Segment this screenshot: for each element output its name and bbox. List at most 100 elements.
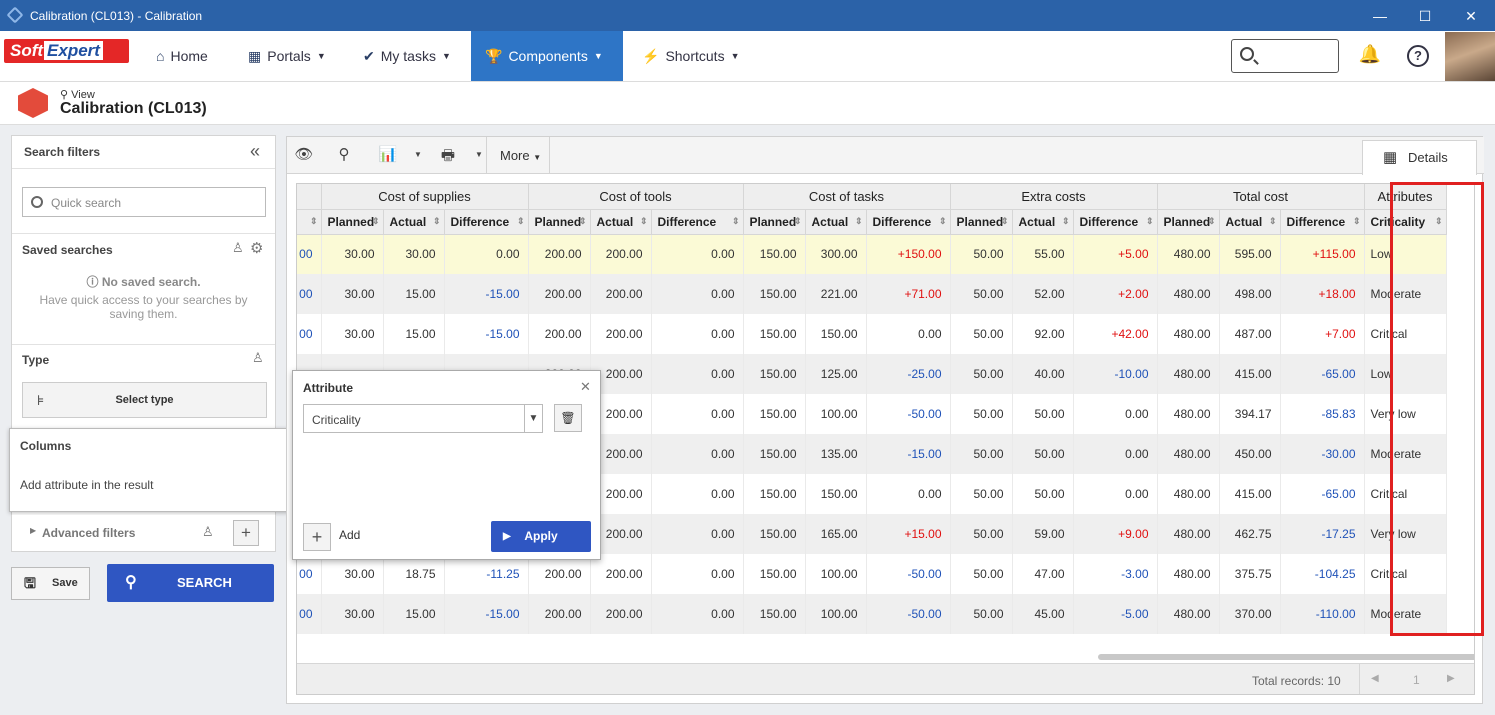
column-header[interactable]: Planned bbox=[1157, 209, 1220, 235]
prev-page-icon[interactable]: ◀ bbox=[1371, 673, 1379, 684]
nav-components[interactable]: 🏆 Components ▼ bbox=[471, 31, 623, 81]
group-header-supplies: Cost of supplies bbox=[321, 184, 529, 210]
close-window-button[interactable]: ✕ bbox=[1456, 5, 1486, 27]
delete-attribute-button[interactable]: 🗑 bbox=[554, 404, 582, 432]
column-header[interactable]: Difference bbox=[866, 209, 951, 235]
print-icon[interactable]: 🖶 bbox=[437, 145, 459, 165]
apply-label: Apply bbox=[524, 529, 558, 543]
table-cell: 480.00 bbox=[1157, 594, 1220, 634]
horizontal-scrollbar[interactable] bbox=[1098, 654, 1474, 660]
add-attribute-button[interactable]: + bbox=[303, 523, 331, 551]
table-cell: 300.00 bbox=[805, 234, 867, 274]
column-header[interactable]: Planned bbox=[528, 209, 591, 235]
apply-button[interactable]: ▶ Apply bbox=[491, 521, 591, 552]
column-header[interactable]: Difference bbox=[444, 209, 529, 235]
advanced-filters-section[interactable]: ▶ Advanced filters ♙ + bbox=[11, 515, 276, 552]
next-page-icon[interactable]: ▶ bbox=[1447, 673, 1455, 684]
table-cell: -50.00 bbox=[866, 594, 951, 634]
global-search-input[interactable] bbox=[1231, 39, 1339, 73]
clear-icon[interactable]: ♙ bbox=[232, 240, 244, 256]
column-header[interactable]: Planned bbox=[321, 209, 384, 235]
save-search-button[interactable]: 🖫 Save bbox=[11, 567, 90, 600]
clear-type-icon[interactable]: ♙ bbox=[252, 350, 264, 366]
table-cell: 47.00 bbox=[1012, 554, 1074, 594]
column-header[interactable]: Actual bbox=[590, 209, 652, 235]
minimize-button[interactable]: — bbox=[1365, 5, 1395, 27]
group-header-tasks: Cost of tasks bbox=[743, 184, 951, 210]
close-icon[interactable]: ✕ bbox=[580, 379, 591, 395]
select-type-button[interactable]: ⊧ Select type bbox=[22, 382, 267, 418]
table-cell: -17.25 bbox=[1280, 514, 1365, 554]
table-cell: 0.00 bbox=[444, 234, 529, 274]
search-button[interactable]: ⚲ SEARCH bbox=[107, 564, 274, 602]
column-header[interactable]: Actual bbox=[1219, 209, 1281, 235]
table-cell: 15.00 bbox=[383, 274, 445, 314]
plus-icon: + bbox=[311, 527, 323, 547]
table-cell: 59.00 bbox=[1012, 514, 1074, 554]
column-header[interactable]: Planned bbox=[950, 209, 1013, 235]
attribute-select[interactable]: Criticality ▼ bbox=[303, 404, 543, 433]
more-menu[interactable]: More ▼ bbox=[500, 148, 541, 163]
type-label: Type bbox=[22, 353, 50, 367]
nav-home[interactable]: ⌂ Home bbox=[142, 31, 222, 81]
table-cell: 150.00 bbox=[743, 314, 806, 354]
bell-icon[interactable]: 🔔 bbox=[1358, 44, 1382, 68]
gear-icon[interactable]: ⚙ bbox=[250, 239, 263, 257]
table-cell: 100.00 bbox=[805, 594, 867, 634]
column-header[interactable]: Difference bbox=[1073, 209, 1158, 235]
user-avatar[interactable] bbox=[1445, 32, 1495, 81]
chevron-down-icon[interactable]: ▼ bbox=[407, 150, 429, 170]
table-cell: 30.00 bbox=[321, 594, 384, 634]
collapse-icon[interactable]: « bbox=[250, 141, 260, 162]
table-cell: 50.00 bbox=[950, 514, 1013, 554]
table-row[interactable]: 00 30.00 15.00 -15.00 200.00 200.00 0.00 150.00… bbox=[297, 274, 1447, 314]
table-cell: 50.00 bbox=[950, 234, 1013, 274]
column-header[interactable]: Actual bbox=[383, 209, 445, 235]
table-row[interactable]: 00 30.00 15.00 -15.00 200.00 200.00 0.00 150.00… bbox=[297, 594, 1447, 634]
table-cell: 50.00 bbox=[950, 434, 1013, 474]
view-icon[interactable]: 👁 bbox=[293, 145, 315, 165]
add-filter-button[interactable]: + bbox=[233, 520, 259, 546]
help-icon[interactable]: ? bbox=[1407, 45, 1429, 67]
softexpert-logo[interactable]: Soft Expert bbox=[4, 39, 129, 63]
columns-title: Columns bbox=[20, 439, 72, 453]
nav-portals[interactable]: ▦ Portals ▼ bbox=[234, 31, 340, 81]
divider bbox=[1359, 664, 1360, 694]
table-cell: 415.00 bbox=[1219, 474, 1281, 514]
table-cell: 150.00 bbox=[743, 234, 806, 274]
chevron-down-icon: ▼ bbox=[730, 51, 740, 61]
column-header[interactable]: Planned bbox=[743, 209, 806, 235]
tab-details[interactable]: ▦ Details bbox=[1362, 140, 1477, 175]
floppy-icon: 🖫 bbox=[24, 575, 36, 591]
column-header[interactable]: e bbox=[297, 209, 322, 235]
table-cell: 18.75 bbox=[383, 554, 445, 594]
table-cell: -85.83 bbox=[1280, 394, 1365, 434]
column-header[interactable]: Actual bbox=[805, 209, 867, 235]
table-cell: -50.00 bbox=[866, 554, 951, 594]
table-cell: 415.00 bbox=[1219, 354, 1281, 394]
column-header[interactable]: Actual bbox=[1012, 209, 1074, 235]
table-cell: -15.00 bbox=[444, 314, 529, 354]
table-cell: 150.00 bbox=[743, 434, 806, 474]
table-row[interactable]: 00 30.00 30.00 0.00 200.00 200.00 0.00 150.00 30… bbox=[297, 234, 1447, 274]
quick-search-input[interactable]: Quick search bbox=[22, 187, 266, 217]
table-cell: 200.00 bbox=[528, 274, 591, 314]
table-cell: 0.00 bbox=[1073, 434, 1158, 474]
maximize-button[interactable]: ☐ bbox=[1410, 5, 1440, 27]
table-row[interactable]: 00 30.00 15.00 -15.00 200.00 200.00 0.00 150.00… bbox=[297, 314, 1447, 354]
table-cell: 50.00 bbox=[950, 474, 1013, 514]
column-header[interactable]: Difference bbox=[651, 209, 744, 235]
table-cell: 50.00 bbox=[1012, 434, 1074, 474]
table-icon: ▦ bbox=[1383, 149, 1398, 166]
grid-icon: ▦ bbox=[248, 48, 262, 64]
nav-my-tasks[interactable]: ✔ My tasks ▼ bbox=[349, 31, 465, 81]
zoom-icon[interactable]: ⚲ bbox=[333, 145, 355, 165]
nav-shortcuts[interactable]: ⚡ Shortcuts ▼ bbox=[628, 31, 754, 81]
chart-icon[interactable]: 📊 bbox=[377, 145, 399, 165]
chevron-down-icon: ▼ bbox=[441, 51, 451, 61]
table-row[interactable]: 00 30.00 18.75 -11.25 200.00 200.00 0.00 150.00… bbox=[297, 554, 1447, 594]
clear-advanced-icon[interactable]: ♙ bbox=[202, 524, 214, 540]
table-cell: -65.00 bbox=[1280, 474, 1365, 514]
column-header[interactable]: Difference bbox=[1280, 209, 1365, 235]
search-icon bbox=[31, 196, 43, 208]
